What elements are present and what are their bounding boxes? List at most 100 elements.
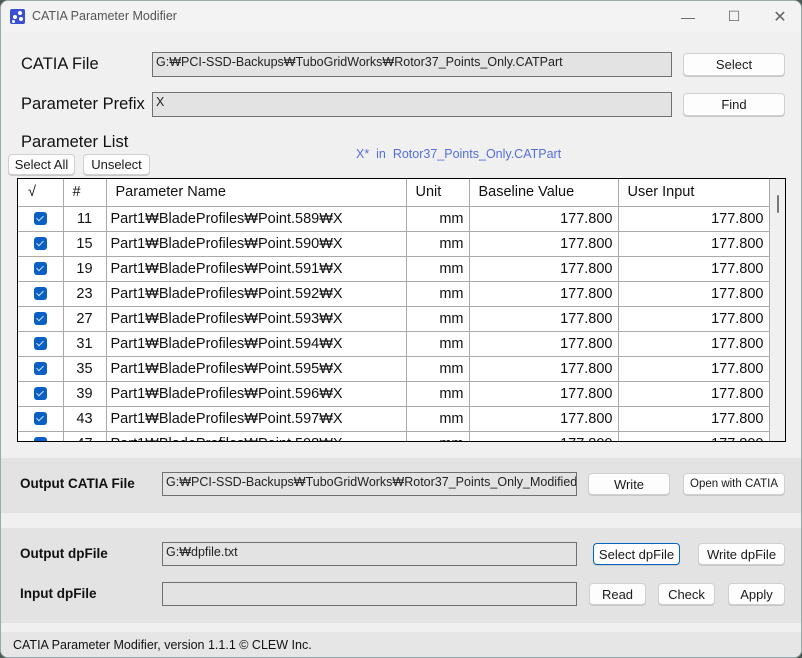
window-title: CATIA Parameter Modifier (32, 9, 177, 23)
unit: mm (406, 256, 470, 282)
row-number: 31 (63, 331, 107, 357)
output-catia-input[interactable]: G:₩PCI-SSD-Backups₩TuboGridWorks₩Rotor37… (162, 472, 577, 496)
unit: mm (406, 381, 470, 407)
parameter-table: √ # Parameter Name Unit Baseline Value U… (17, 178, 786, 442)
baseline-value: 177.800 (469, 356, 619, 382)
column-header-check[interactable]: √ (18, 179, 64, 207)
checkbox-checked-icon[interactable] (33, 237, 47, 251)
write-button[interactable]: Write (588, 473, 670, 495)
row-checkbox-cell[interactable] (18, 406, 64, 432)
output-dpfile-input[interactable]: G:₩dpfile.txt (162, 542, 577, 566)
checkbox-checked-icon[interactable] (33, 287, 47, 301)
open-with-catia-button[interactable]: Open with CATIA (683, 473, 785, 495)
baseline-value: 177.800 (469, 231, 619, 257)
search-summary: X* in Rotor37_Points_Only.CATPart (356, 147, 562, 161)
checkbox-checked-icon[interactable] (33, 362, 47, 376)
column-header-number[interactable]: # (63, 179, 107, 207)
table-row[interactable]: 39 Part1₩BladeProfiles₩Point.596₩X mm 177.8… (18, 381, 770, 407)
table-row[interactable]: 43 Part1₩BladeProfiles₩Point.597₩X mm 177.8… (18, 406, 770, 432)
checkbox-checked-icon[interactable] (33, 212, 47, 226)
minimize-button[interactable]: — (665, 1, 711, 32)
baseline-value: 177.800 (469, 281, 619, 307)
column-header-unit[interactable]: Unit (406, 179, 470, 207)
parameter-list-label: Parameter List (21, 133, 129, 151)
maximize-button[interactable]: ☐ (711, 1, 757, 32)
select-dpfile-button[interactable]: Select dpFile (593, 543, 680, 565)
table-header: √ # Parameter Name Unit Baseline Value U… (18, 179, 770, 207)
parameter-prefix-label: Parameter Prefix (21, 95, 145, 113)
table-row[interactable]: 11 Part1₩BladeProfiles₩Point.589₩X mm 177.8… (18, 206, 770, 232)
find-button[interactable]: Find (683, 93, 785, 116)
table-row[interactable]: 35 Part1₩BladeProfiles₩Point.595₩X mm 177.8… (18, 356, 770, 382)
user-input-cell[interactable]: 177.800 (618, 231, 770, 257)
table-scrollbar[interactable] (770, 179, 785, 441)
write-dpfile-button[interactable]: Write dpFile (698, 543, 785, 565)
input-dpfile-input[interactable] (162, 582, 577, 606)
parameter-prefix-input[interactable]: X (152, 92, 672, 117)
column-header-baseline-value[interactable]: Baseline Value (469, 179, 619, 207)
table-row[interactable]: 19 Part1₩BladeProfiles₩Point.591₩X mm 177.8… (18, 256, 770, 282)
app-window: CATIA Parameter Modifier — ☐ ✕ CATIA Fil… (0, 0, 802, 658)
user-input-cell[interactable]: 177.800 (618, 406, 770, 432)
parameter-name: Part1₩BladeProfiles₩Point.596₩X (106, 381, 407, 407)
select-all-button[interactable]: Select All (8, 154, 75, 175)
user-input-cell[interactable]: 177.800 (618, 281, 770, 307)
row-checkbox-cell[interactable] (18, 231, 64, 257)
parameter-name: Part1₩BladeProfiles₩Point.591₩X (106, 256, 407, 282)
row-checkbox-cell[interactable] (18, 281, 64, 307)
close-button[interactable]: ✕ (757, 1, 801, 32)
scrollbar-thumb[interactable] (777, 195, 779, 213)
title-bar: CATIA Parameter Modifier — ☐ ✕ (1, 1, 801, 32)
select-catia-file-button[interactable]: Select (683, 53, 785, 76)
unit: mm (406, 431, 470, 441)
checkbox-checked-icon[interactable] (33, 437, 47, 441)
row-checkbox-cell[interactable] (18, 256, 64, 282)
row-number: 43 (63, 406, 107, 432)
apply-button[interactable]: Apply (728, 583, 785, 605)
parameter-name: Part1₩BladeProfiles₩Point.592₩X (106, 281, 407, 307)
catia-file-input[interactable]: G:₩PCI-SSD-Backups₩TuboGridWorks₩Rotor37… (152, 52, 672, 77)
check-button[interactable]: Check (658, 583, 715, 605)
row-checkbox-cell[interactable] (18, 356, 64, 382)
checkbox-checked-icon[interactable] (33, 337, 47, 351)
row-checkbox-cell[interactable] (18, 331, 64, 357)
table-row[interactable]: 47Part1₩BladeProfiles₩Point.598₩Xmm177.8… (18, 431, 770, 441)
unit: mm (406, 281, 470, 307)
unit: mm (406, 306, 470, 332)
unselect-button[interactable]: Unselect (83, 154, 150, 175)
user-input-cell[interactable]: 177.800 (618, 206, 770, 232)
column-header-parameter-name[interactable]: Parameter Name (106, 179, 407, 207)
table-row[interactable]: 15 Part1₩BladeProfiles₩Point.590₩X mm 177.8… (18, 231, 770, 257)
row-checkbox-cell[interactable] (18, 306, 64, 332)
row-number: 19 (63, 256, 107, 282)
user-input-cell[interactable]: 177.800 (618, 306, 770, 332)
unit: mm (406, 206, 470, 232)
row-checkbox-cell[interactable] (18, 206, 64, 232)
baseline-value: 177.800 (469, 306, 619, 332)
checkbox-checked-icon[interactable] (33, 312, 47, 326)
checkbox-checked-icon[interactable] (33, 387, 47, 401)
parameter-name: Part1₩BladeProfiles₩Point.589₩X (106, 206, 407, 232)
parameter-name: Part1₩BladeProfiles₩Point.597₩X (106, 406, 407, 432)
user-input-cell[interactable]: 177.800 (618, 431, 770, 441)
unit: mm (406, 406, 470, 432)
column-header-user-input[interactable]: User Input (618, 179, 770, 207)
baseline-value: 177.800 (469, 381, 619, 407)
read-button[interactable]: Read (589, 583, 646, 605)
checkbox-checked-icon[interactable] (33, 412, 47, 426)
table-row[interactable]: 27 Part1₩BladeProfiles₩Point.593₩X mm 177.8… (18, 306, 770, 332)
dpfile-panel: Output dpFile G:₩dpfile.txt Select dpFil… (1, 528, 801, 623)
table-row[interactable]: 31 Part1₩BladeProfiles₩Point.594₩X mm 177.8… (18, 331, 770, 357)
status-text: CATIA Parameter Modifier, version 1.1.1 … (13, 638, 312, 652)
row-checkbox-cell[interactable] (18, 381, 64, 407)
row-checkbox-cell[interactable] (18, 431, 64, 441)
row-number: 23 (63, 281, 107, 307)
checkbox-checked-icon[interactable] (33, 262, 47, 276)
table-row[interactable]: 23 Part1₩BladeProfiles₩Point.592₩X mm 177.8… (18, 281, 770, 307)
row-number: 15 (63, 231, 107, 257)
user-input-cell[interactable]: 177.800 (618, 331, 770, 357)
user-input-cell[interactable]: 177.800 (618, 381, 770, 407)
output-catia-panel: Output CATIA File G:₩PCI-SSD-Backups₩Tub… (1, 458, 801, 513)
user-input-cell[interactable]: 177.800 (618, 256, 770, 282)
user-input-cell[interactable]: 177.800 (618, 356, 770, 382)
